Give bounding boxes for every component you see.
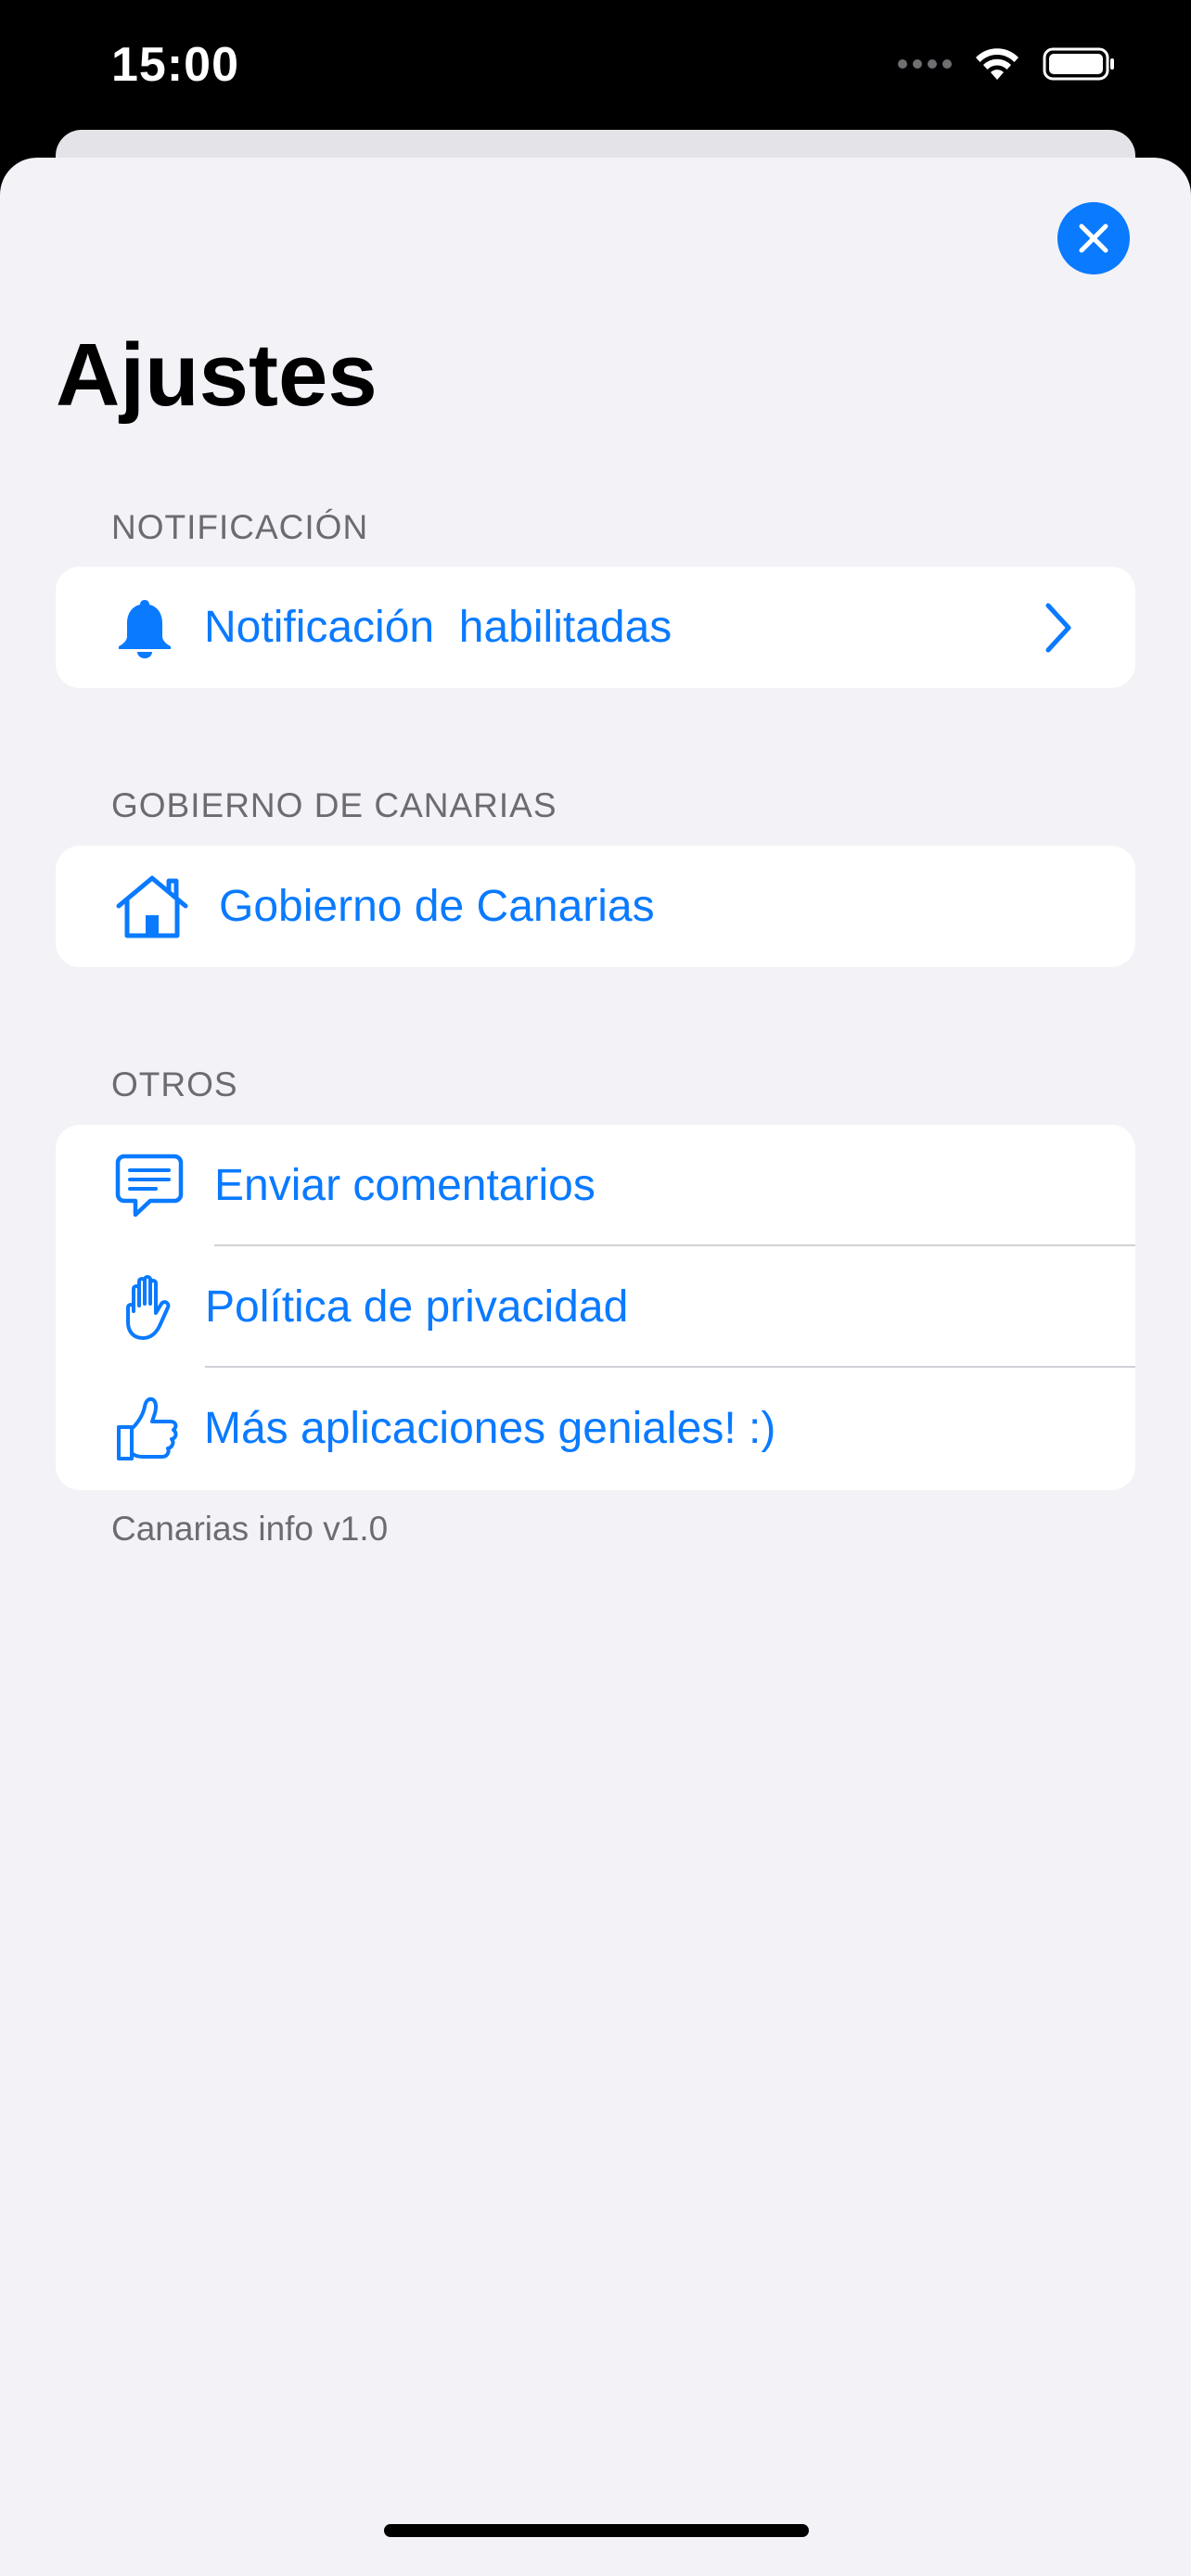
message-bubble-icon xyxy=(115,1154,184,1217)
notificaciones-label: Notificación habilitadas xyxy=(204,603,672,652)
cellular-signal-icon xyxy=(898,59,952,69)
thumbs-up-icon xyxy=(117,1396,178,1460)
row-notificaciones-habilitadas[interactable]: Notificación habilitadas xyxy=(56,567,1135,688)
bell-icon xyxy=(119,599,171,658)
row-gobierno-de-canarias[interactable]: Gobierno de Canarias xyxy=(56,846,1135,967)
gobierno-label: Gobierno de Canarias xyxy=(219,882,655,931)
page-title: Ajustes xyxy=(56,325,378,425)
close-icon xyxy=(1079,223,1108,253)
row-mas-aplicaciones[interactable]: Más aplicaciones geniales! :) xyxy=(56,1368,1135,1489)
status-time: 15:00 xyxy=(111,38,239,92)
battery-icon xyxy=(1043,47,1114,81)
politica-label: Política de privacidad xyxy=(205,1282,629,1332)
section-header-gobierno: GOBIERNO DE CANARIAS xyxy=(111,786,557,824)
group-otros: Enviar comentarios Política de privacida… xyxy=(56,1125,1135,1490)
settings-sheet: Ajustes NOTIFICACIÓN Notificación habili… xyxy=(0,158,1191,2576)
wifi-icon xyxy=(976,48,1018,80)
row-politica-de-privacidad[interactable]: Política de privacidad xyxy=(56,1246,1135,1368)
close-button[interactable] xyxy=(1057,202,1130,274)
version-text: Canarias info v1.0 xyxy=(111,1510,389,1548)
house-icon xyxy=(116,875,188,937)
status-icons xyxy=(898,46,1117,82)
chevron-right-icon xyxy=(1045,603,1071,652)
group-gobierno: Gobierno de Canarias xyxy=(56,846,1135,967)
hand-raised-icon xyxy=(126,1274,171,1340)
status-bar: 15:00 xyxy=(0,0,1191,130)
group-notificacion: Notificación habilitadas xyxy=(56,567,1135,688)
section-header-notificacion: NOTIFICACIÓN xyxy=(111,508,369,546)
row-enviar-comentarios[interactable]: Enviar comentarios xyxy=(56,1125,1135,1246)
enviar-comentarios-label: Enviar comentarios xyxy=(214,1161,596,1210)
home-indicator[interactable] xyxy=(384,2524,809,2537)
mas-aplicaciones-label: Más aplicaciones geniales! :) xyxy=(204,1404,776,1453)
section-header-otros: OTROS xyxy=(111,1065,238,1103)
